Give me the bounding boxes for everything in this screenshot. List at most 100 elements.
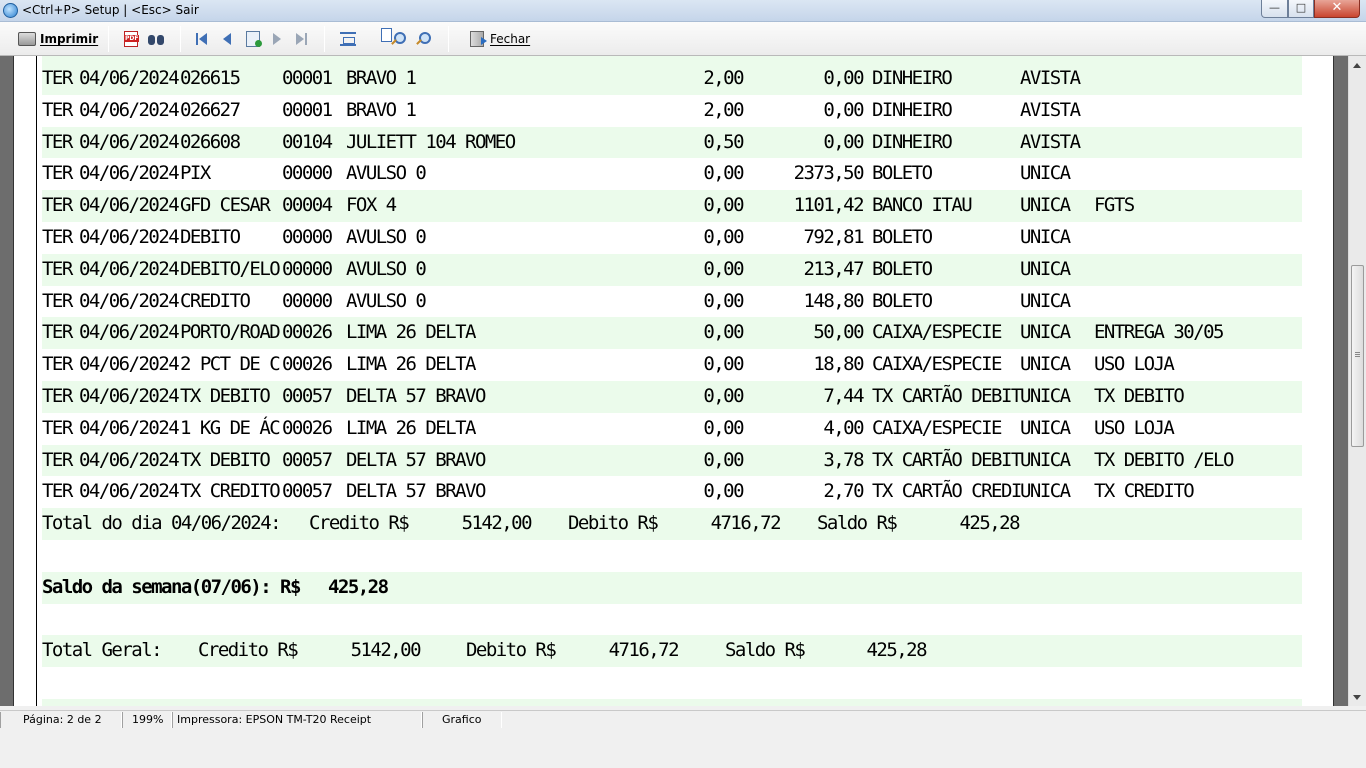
- code-cell: 00104: [282, 130, 333, 153]
- print-button[interactable]: Imprimir: [18, 28, 98, 50]
- search-button[interactable]: [148, 28, 164, 50]
- toolbar-separator: [448, 26, 449, 52]
- condition-cell: UNICA: [1020, 226, 1071, 248]
- client-name-cell: LIMA 26 DELTA: [346, 416, 476, 439]
- debit-cell: 0,00: [703, 289, 744, 312]
- note-cell: TX CREDITO: [1094, 480, 1195, 503]
- weekday-cell: TER: [42, 194, 73, 217]
- credit-cell: 792,81: [803, 226, 864, 248]
- condition-cell: UNICA: [1020, 448, 1071, 471]
- condition-cell: UNICA: [1020, 353, 1071, 376]
- condition-cell: UNICA: [1020, 289, 1071, 312]
- account-cell: CAIXA/ESPECIE: [872, 321, 1002, 344]
- fit-width-button[interactable]: [340, 28, 356, 50]
- date-cell: 04/06/2024: [79, 321, 180, 344]
- note-cell: TX DEBITO: [1094, 385, 1185, 407]
- document-cell: PIX: [180, 162, 211, 185]
- account-cell: BOLETO: [872, 257, 933, 280]
- condition-cell: UNICA: [1020, 480, 1071, 503]
- table-row: TER 04/06/2024 TX DEBITO 00057 DELTA 57 BRAV…: [42, 381, 1302, 413]
- prev-page-button[interactable]: [223, 28, 231, 50]
- zoom-out-button[interactable]: [415, 28, 431, 50]
- grand-balance-label: Saldo R$: [725, 639, 806, 662]
- client-name-cell: DELTA 57 BRAVO: [346, 448, 486, 471]
- report-page: TER 04/06/2024 026615 00001 BRAVO 1 2,00 0,00 D…: [13, 56, 1334, 706]
- day-balance-label: Saldo R$: [817, 512, 898, 535]
- debit-cell: 0,50: [703, 130, 744, 153]
- close-label: Fechar: [490, 32, 531, 46]
- condition-cell: UNICA: [1020, 321, 1071, 344]
- client-name-cell: BRAVO 1: [346, 67, 417, 89]
- table-row: TER 04/06/2024 TX DEBITO 00057 DELTA 57 BRAV…: [42, 444, 1302, 477]
- first-page-icon: [199, 33, 207, 45]
- debit-cell: 0,00: [703, 226, 744, 248]
- week-balance-value: 425,28: [328, 575, 389, 598]
- credit-cell: 7,44: [823, 385, 864, 407]
- export-pdf-button[interactable]: [124, 28, 140, 50]
- client-name-cell: LIMA 26 DELTA: [346, 321, 476, 344]
- account-cell: DINHEIRO: [872, 130, 953, 153]
- document-cell: DEBITO: [180, 226, 241, 248]
- status-printer: Impressora: EPSON TM-T20 Receipt: [172, 712, 422, 728]
- debit-cell: 2,00: [703, 67, 744, 89]
- code-cell: 00026: [282, 321, 333, 344]
- credit-cell: 1101,42: [793, 194, 865, 217]
- close-preview-button[interactable]: Fechar: [470, 28, 530, 50]
- grand-credit-label: Credito R$: [198, 639, 299, 662]
- last-page-button[interactable]: [296, 28, 307, 50]
- date-cell: 04/06/2024: [79, 130, 180, 153]
- table-row: TER 04/06/2024 026608 00104 JULIETT 104 ROME…: [42, 126, 1302, 159]
- vertical-scrollbar[interactable]: [1348, 56, 1366, 706]
- last-page-icon: [296, 33, 304, 45]
- day-total-label: Total do dia 04/06/2024:: [42, 512, 282, 535]
- document-cell: TX CREDITO: [180, 480, 281, 503]
- weekday-cell: TER: [42, 448, 73, 471]
- note-cell: USO LOJA: [1094, 353, 1175, 376]
- zoom-in-button[interactable]: [390, 28, 406, 50]
- scroll-thumb[interactable]: [1351, 265, 1364, 447]
- debit-cell: 0,00: [703, 257, 744, 280]
- grand-total-label: Total Geral:: [42, 639, 163, 662]
- close-window-button[interactable]: ✕: [1314, 0, 1360, 18]
- document-cell: GFD CESAR: [180, 194, 271, 217]
- date-cell: 04/06/2024: [79, 194, 180, 217]
- weekday-cell: TER: [42, 321, 73, 344]
- grand-credit-value: 5142,00: [350, 639, 422, 662]
- day-credit-label: Credito R$: [309, 512, 410, 535]
- minimize-button[interactable]: —: [1261, 0, 1288, 18]
- page-margin-line: [36, 56, 37, 706]
- weekday-cell: TER: [42, 226, 73, 248]
- table-row: TER 04/06/2024 PORTO/ROAD 00026 LIMA 26 DELT…: [42, 317, 1302, 350]
- date-cell: 04/06/2024: [79, 67, 180, 89]
- day-debit-label: Debito R$: [568, 512, 659, 535]
- document-cell: 1 KG DE ÁC: [180, 416, 281, 439]
- day-total-row: Total do dia 04/06/2024: Credito R$ 5142,0…: [42, 508, 1302, 540]
- client-name-cell: DELTA 57 BRAVO: [346, 480, 486, 503]
- account-cell: BOLETO: [872, 226, 933, 248]
- goto-page-button[interactable]: [246, 28, 262, 50]
- debit-cell: 0,00: [703, 353, 744, 376]
- document-cell: DEBITO/ELO: [180, 257, 281, 280]
- zoom-out-icon: [415, 32, 431, 46]
- document-cell: CREDITO: [180, 289, 251, 312]
- client-name-cell: BRAVO 1: [346, 98, 417, 121]
- client-name-cell: FOX 4: [346, 194, 397, 217]
- code-cell: 00001: [282, 98, 333, 121]
- date-cell: 04/06/2024: [79, 257, 180, 280]
- code-cell: 00026: [282, 416, 333, 439]
- date-cell: 04/06/2024: [79, 98, 180, 121]
- note-cell: USO LOJA: [1094, 416, 1175, 439]
- client-name-cell: AVULSO 0: [346, 257, 427, 280]
- account-cell: DINHEIRO: [872, 67, 953, 89]
- debit-cell: 0,00: [703, 321, 744, 344]
- scroll-up-icon[interactable]: [1353, 63, 1361, 68]
- debit-cell: 0,00: [703, 162, 744, 185]
- code-cell: 00000: [282, 226, 333, 248]
- scroll-down-icon[interactable]: [1353, 695, 1361, 700]
- preview-viewport[interactable]: TER 04/06/2024 026615 00001 BRAVO 1 2,00 0,00 D…: [0, 56, 1348, 706]
- date-cell: 04/06/2024: [79, 162, 180, 185]
- first-page-button[interactable]: [196, 28, 207, 50]
- debit-cell: 0,00: [703, 385, 744, 407]
- maximize-button[interactable]: □: [1288, 0, 1314, 18]
- next-page-button[interactable]: [273, 28, 281, 50]
